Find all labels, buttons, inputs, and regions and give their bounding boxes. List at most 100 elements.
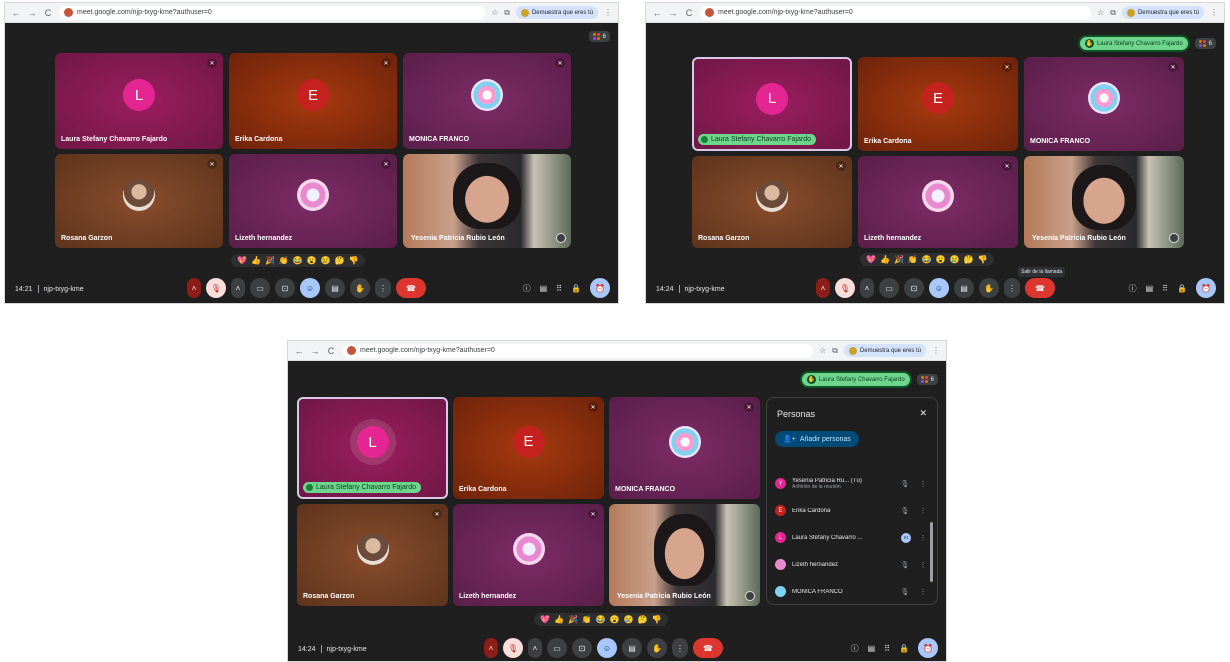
chevron-up-icon[interactable]: ˄ <box>528 638 542 658</box>
laugh-reaction[interactable]: 😂 <box>596 615 606 624</box>
extensions-icon[interactable]: ⧉ <box>504 8 510 18</box>
self-video-tile[interactable]: Yesenia Patricia Rubio León <box>403 154 571 248</box>
laugh-reaction[interactable]: 😂 <box>293 256 303 265</box>
chevron-up-icon[interactable]: ˄ <box>231 278 245 298</box>
pin-icon[interactable] <box>1169 233 1179 243</box>
thumbs-down-reaction[interactable]: 👎 <box>978 255 988 264</box>
raise-hand-button[interactable]: ✋ <box>647 638 667 658</box>
extensions-icon[interactable]: ⧉ <box>832 346 838 356</box>
clap-reaction[interactable]: 👏 <box>279 256 289 265</box>
emoji-button[interactable]: ☺ <box>929 278 949 298</box>
info-icon[interactable]: ⓘ <box>851 643 859 654</box>
party-reaction[interactable]: 🎉 <box>265 256 275 265</box>
pin-icon[interactable] <box>556 233 566 243</box>
thinking-reaction[interactable]: 🤔 <box>964 255 974 264</box>
surprised-reaction[interactable]: 😮 <box>936 255 946 264</box>
captions-button[interactable]: ▤ <box>954 278 974 298</box>
chat-icon[interactable]: ▤ <box>540 284 548 293</box>
participants-button[interactable]: 6 <box>916 374 938 385</box>
more-icon[interactable]: ⋮ <box>917 561 929 569</box>
address-bar[interactable]: meet.google.com/njp-txyg-kme?authuser=0 <box>342 343 814 358</box>
participant-tile[interactable]: L Laura Stefany Chavarro Fajardo <box>692 57 852 151</box>
timer-icon[interactable]: ⏰ <box>590 278 610 298</box>
add-people-button[interactable]: 👤+ Añadir personas <box>775 431 859 447</box>
emoji-button[interactable]: ☺ <box>300 278 320 298</box>
pin-icon[interactable] <box>745 591 755 601</box>
star-icon[interactable]: ☆ <box>1097 8 1104 17</box>
forward-icon[interactable]: → <box>27 8 37 18</box>
clap-reaction[interactable]: 👏 <box>908 255 918 264</box>
thumbs-down-reaction[interactable]: 👎 <box>652 615 662 624</box>
activities-icon[interactable]: ⠿ <box>1162 284 1168 293</box>
star-icon[interactable]: ☆ <box>491 8 498 17</box>
participants-button[interactable]: 6 <box>588 31 610 42</box>
activities-icon[interactable]: ⠿ <box>556 284 562 293</box>
participant-tile[interactable]: ✕ Rosana Garzon <box>297 504 448 606</box>
list-item[interactable]: MONICA FRANCO 🎙 ⋮ <box>775 578 929 605</box>
participant-tile[interactable]: L Laura Stefany Chavarro Fajardo <box>297 397 448 499</box>
hang-up-button[interactable]: ☎ <box>396 278 426 298</box>
participant-tile[interactable]: ✕ MONICA FRANCO <box>403 53 571 149</box>
reload-icon[interactable]: C <box>684 8 694 18</box>
sad-reaction[interactable]: 😢 <box>321 256 331 265</box>
participant-tile[interactable]: ✕ Lizeth hernandez <box>453 504 604 606</box>
self-video-tile[interactable]: Yesenia Patricia Rubio León <box>609 504 760 606</box>
profile-chip[interactable]: Demuestra que eres tú <box>843 344 926 357</box>
more-options-button[interactable]: ⋮ <box>375 278 391 298</box>
host-controls-icon[interactable]: 🔒 <box>899 644 909 653</box>
list-item[interactable]: Y Yesenia Patricia Ru... (Tú) Anfitrión d… <box>775 470 929 497</box>
thinking-reaction[interactable]: 🤔 <box>638 615 648 624</box>
info-icon[interactable]: ⓘ <box>523 283 531 294</box>
participant-tile[interactable]: ✕ MONICA FRANCO <box>609 397 760 499</box>
participant-tile[interactable]: ✕ MONICA FRANCO <box>1024 57 1184 151</box>
host-controls-icon[interactable]: 🔒 <box>571 284 581 293</box>
timer-icon[interactable]: ⏰ <box>1196 278 1216 298</box>
heart-reaction[interactable]: 💖 <box>540 615 550 624</box>
thinking-reaction[interactable]: 🤔 <box>335 256 345 265</box>
thumbs-down-reaction[interactable]: 👎 <box>349 256 359 265</box>
extensions-icon[interactable]: ⧉ <box>1110 8 1116 18</box>
participant-tile[interactable]: ✕ E Erika Cardona <box>858 57 1018 151</box>
self-video-tile[interactable]: Yesenia Patricia Rubio León <box>1024 156 1184 248</box>
more-icon[interactable]: ⋮ <box>917 507 929 515</box>
surprised-reaction[interactable]: 😮 <box>610 615 620 624</box>
chevron-up-icon[interactable]: ˄ <box>484 638 498 658</box>
timer-icon[interactable]: ⏰ <box>918 638 938 658</box>
party-reaction[interactable]: 🎉 <box>568 615 578 624</box>
list-item[interactable]: E Erika Cardona 🎙 ⋮ <box>775 497 929 524</box>
sad-reaction[interactable]: 😢 <box>950 255 960 264</box>
reload-icon[interactable]: C <box>326 346 336 356</box>
participant-tile[interactable]: ✕ Lizeth hernandez <box>858 156 1018 248</box>
present-button[interactable]: ⊡ <box>572 638 592 658</box>
more-options-button[interactable]: ⋮ <box>672 638 688 658</box>
participant-tile[interactable]: ✕ Rosana Garzon <box>692 156 852 248</box>
surprised-reaction[interactable]: 😮 <box>307 256 317 265</box>
more-options-button[interactable]: ⋮ <box>1004 278 1020 298</box>
thumbs-up-reaction[interactable]: 👍 <box>880 255 890 264</box>
participant-tile[interactable]: ✕ E Erika Cardona <box>229 53 397 149</box>
reload-icon[interactable]: C <box>43 8 53 18</box>
star-icon[interactable]: ☆ <box>819 346 826 355</box>
chat-icon[interactable]: ▤ <box>1146 284 1154 293</box>
heart-reaction[interactable]: 💖 <box>237 256 247 265</box>
chat-icon[interactable]: ▤ <box>868 644 876 653</box>
back-icon[interactable]: ← <box>652 8 662 18</box>
list-item[interactable]: L Laura Stefany Chavarro ... ııı ⋮ <box>775 524 929 551</box>
participant-tile[interactable]: ✕ Lizeth hernandez <box>229 154 397 248</box>
chevron-up-icon[interactable]: ˄ <box>187 278 201 298</box>
mic-toggle-button[interactable]: 🎙 <box>503 638 523 658</box>
address-bar[interactable]: meet.google.com/njp-txyg-kme?authuser=0 <box>700 5 1092 20</box>
participant-tile[interactable]: ✕ L Laura Stefany Chavarro Fajardo <box>55 53 223 149</box>
forward-icon[interactable]: → <box>668 8 678 18</box>
activities-icon[interactable]: ⠿ <box>884 644 890 653</box>
menu-icon[interactable]: ⋮ <box>1210 8 1218 17</box>
more-icon[interactable]: ⋮ <box>917 480 929 488</box>
active-speaker-chip[interactable]: ✋ Laura Stefany Chavarro Fajardo <box>1077 35 1190 52</box>
forward-icon[interactable]: → <box>310 346 320 356</box>
mic-toggle-button[interactable]: 🎙 <box>206 278 226 298</box>
address-bar[interactable]: meet.google.com/njp-txyg-kme?authuser=0 <box>59 5 486 20</box>
camera-button[interactable]: ▭ <box>547 638 567 658</box>
close-icon[interactable]: ✕ <box>919 408 927 419</box>
present-button[interactable]: ⊡ <box>275 278 295 298</box>
info-icon[interactable]: ⓘ <box>1129 283 1137 294</box>
